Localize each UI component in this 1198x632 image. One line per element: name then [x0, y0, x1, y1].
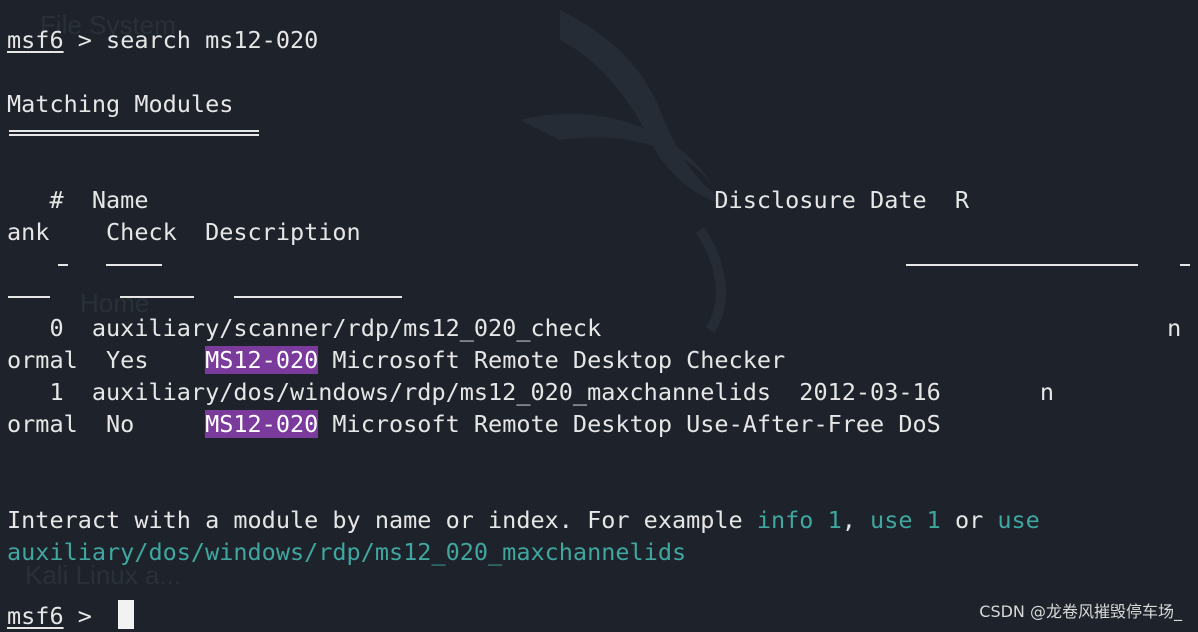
- table-header-row-1: # Name Disclosure Date R: [7, 186, 970, 214]
- command-text: search ms12-020: [106, 26, 319, 54]
- table-row: 1 auxiliary/dos/windows/rdp/ms12_020_max…: [7, 378, 1054, 406]
- terminal-window[interactable]: File System Home Kali Linux a... msf6 > …: [0, 0, 1198, 632]
- table-rule-rank-b: [8, 296, 50, 298]
- row-rank-check: ormal No: [7, 410, 206, 438]
- csdn-watermark: CSDN @龙卷风摧毁停车场_: [979, 602, 1182, 621]
- table-rule-check: [120, 296, 194, 298]
- heading-underline: [9, 130, 259, 136]
- hint-separator: ,: [841, 506, 871, 534]
- row-rank-check: ormal Yes: [7, 346, 206, 374]
- hint-or: or: [940, 506, 998, 534]
- use-command: use 1: [870, 506, 941, 534]
- hint-module-path: auxiliary/dos/windows/rdp/ms12_020_maxch…: [7, 538, 687, 566]
- hint-line: Interact with a module by name or index.…: [7, 504, 1040, 536]
- matching-modules-heading: Matching Modules: [7, 90, 234, 118]
- table-row-continuation: ormal Yes MS12-020 Microsoft Remote Desk…: [7, 344, 785, 376]
- prompt-separator: >: [63, 602, 107, 630]
- table-header-row-2: ank Check Description: [7, 218, 361, 246]
- table-rule-description: [234, 296, 402, 298]
- search-match-highlight: MS12-020: [205, 346, 319, 374]
- prompt: msf6: [7, 26, 64, 54]
- table-rule-name: [106, 264, 162, 266]
- prompt-separator: >: [63, 26, 107, 54]
- search-match-highlight: MS12-020: [205, 410, 319, 438]
- row-description: Microsoft Remote Desktop Use-After-Free …: [318, 410, 941, 438]
- input-prompt-line[interactable]: msf6 >: [7, 600, 106, 632]
- table-rule-index: [58, 264, 68, 266]
- table-rule-rank-a: [1180, 264, 1190, 266]
- row-description: Microsoft Remote Desktop Checker: [318, 346, 786, 374]
- command-line: msf6 > search ms12-020: [7, 24, 318, 56]
- text-cursor[interactable]: [118, 600, 134, 629]
- table-row-continuation: ormal No MS12-020 Microsoft Remote Deskt…: [7, 408, 941, 440]
- hint-text: Interact with a module by name or index.…: [7, 506, 757, 534]
- table-rule-date: [906, 264, 1138, 266]
- table-row: 0 auxiliary/scanner/rdp/ms12_020_check n: [7, 314, 1182, 342]
- use-keyword: use: [997, 506, 1040, 534]
- info-command: info 1: [756, 506, 842, 534]
- prompt: msf6: [7, 602, 64, 630]
